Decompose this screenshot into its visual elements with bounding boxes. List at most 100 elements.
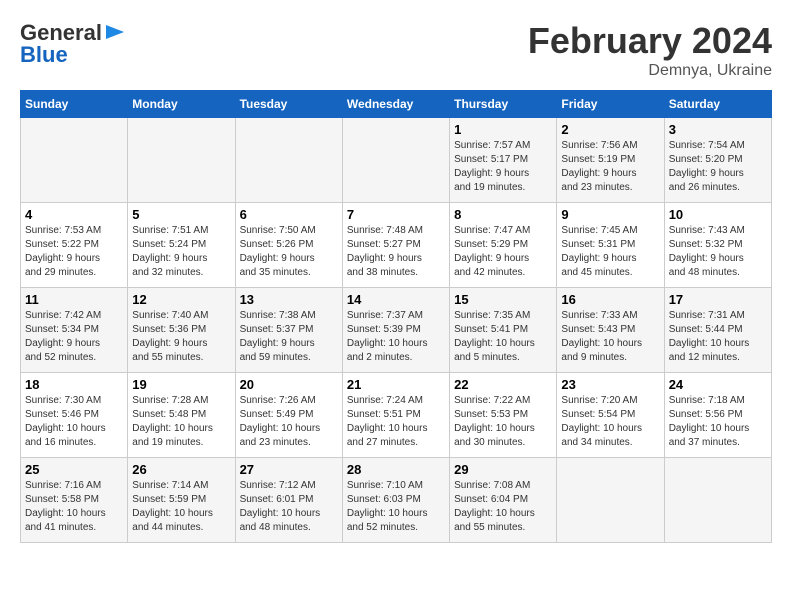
table-row: 14 Sunrise: 7:37 AM Sunset: 5:39 PM Dayli… — [342, 288, 449, 373]
day-number: 22 — [454, 377, 552, 392]
day-info: Sunrise: 7:22 AM Sunset: 5:53 PM Dayligh… — [454, 394, 552, 450]
table-row: 10 Sunrise: 7:43 AM Sunset: 5:32 PM Dayli… — [664, 203, 771, 288]
table-row: 23 Sunrise: 7:20 AM Sunset: 5:54 PM Dayli… — [557, 373, 664, 458]
header-tuesday: Tuesday — [235, 91, 342, 118]
day-number: 27 — [240, 462, 338, 477]
day-number: 1 — [454, 122, 552, 137]
table-row — [664, 458, 771, 543]
day-number: 9 — [561, 207, 659, 222]
week-row-4: 18Sunrise: 7:30 AM Sunset: 5:46 PM Dayli… — [21, 373, 772, 458]
day-info: Sunrise: 7:35 AM Sunset: 5:41 PM Dayligh… — [454, 309, 552, 365]
table-row: 12 Sunrise: 7:40 AM Sunset: 5:36 PM Dayli… — [128, 288, 235, 373]
table-row: 20 Sunrise: 7:26 AM Sunset: 5:49 PM Dayli… — [235, 373, 342, 458]
day-number: 19 — [132, 377, 230, 392]
day-info: Sunrise: 7:45 AM Sunset: 5:31 PM Dayligh… — [561, 224, 659, 280]
table-row: 9 Sunrise: 7:45 AM Sunset: 5:31 PM Daylig… — [557, 203, 664, 288]
table-row: 8 Sunrise: 7:47 AM Sunset: 5:29 PM Daylig… — [450, 203, 557, 288]
table-row: 24Sunrise: 7:18 AM Sunset: 5:56 PM Dayli… — [664, 373, 771, 458]
day-number: 3 — [669, 122, 767, 137]
logo-text-blue: Blue — [20, 42, 68, 68]
day-info: Sunrise: 7:54 AM Sunset: 5:20 PM Dayligh… — [669, 139, 767, 195]
table-row — [342, 118, 449, 203]
table-row: 19 Sunrise: 7:28 AM Sunset: 5:48 PM Dayli… — [128, 373, 235, 458]
table-row: 2 Sunrise: 7:56 AM Sunset: 5:19 PM Daylig… — [557, 118, 664, 203]
table-row: 29Sunrise: 7:08 AM Sunset: 6:04 PM Dayli… — [450, 458, 557, 543]
day-info: Sunrise: 7:37 AM Sunset: 5:39 PM Dayligh… — [347, 309, 445, 365]
day-info: Sunrise: 7:18 AM Sunset: 5:56 PM Dayligh… — [669, 394, 767, 450]
weekday-header-row: Sunday Monday Tuesday Wednesday Thursday… — [21, 91, 772, 118]
week-row-3: 11Sunrise: 7:42 AM Sunset: 5:34 PM Dayli… — [21, 288, 772, 373]
table-row: 1 Sunrise: 7:57 AM Sunset: 5:17 PM Daylig… — [450, 118, 557, 203]
day-number: 11 — [25, 292, 123, 307]
day-number: 18 — [25, 377, 123, 392]
table-row — [21, 118, 128, 203]
header-friday: Friday — [557, 91, 664, 118]
header-wednesday: Wednesday — [342, 91, 449, 118]
day-number: 26 — [132, 462, 230, 477]
day-number: 2 — [561, 122, 659, 137]
day-number: 14 — [347, 292, 445, 307]
table-row: 26 Sunrise: 7:14 AM Sunset: 5:59 PM Dayli… — [128, 458, 235, 543]
month-year-title: February 2024 — [528, 20, 772, 62]
table-row: 25 Sunrise: 7:16 AM Sunset: 5:58 PM Dayli… — [21, 458, 128, 543]
table-row — [557, 458, 664, 543]
header-thursday: Thursday — [450, 91, 557, 118]
day-info: Sunrise: 7:26 AM Sunset: 5:49 PM Dayligh… — [240, 394, 338, 450]
day-info: Sunrise: 7:57 AM Sunset: 5:17 PM Dayligh… — [454, 139, 552, 195]
title-block: February 2024 Demnya, Ukraine — [528, 20, 772, 80]
week-row-5: 25 Sunrise: 7:16 AM Sunset: 5:58 PM Dayli… — [21, 458, 772, 543]
day-info: Sunrise: 7:16 AM Sunset: 5:58 PM Dayligh… — [25, 479, 123, 535]
day-number: 4 — [25, 207, 123, 222]
day-info: Sunrise: 7:20 AM Sunset: 5:54 PM Dayligh… — [561, 394, 659, 450]
table-row: 7 Sunrise: 7:48 AM Sunset: 5:27 PM Daylig… — [342, 203, 449, 288]
day-info: Sunrise: 7:31 AM Sunset: 5:44 PM Dayligh… — [669, 309, 767, 365]
table-row: 21Sunrise: 7:24 AM Sunset: 5:51 PM Dayli… — [342, 373, 449, 458]
day-info: Sunrise: 7:33 AM Sunset: 5:43 PM Dayligh… — [561, 309, 659, 365]
location-subtitle: Demnya, Ukraine — [528, 62, 772, 80]
day-number: 7 — [347, 207, 445, 222]
header-saturday: Saturday — [664, 91, 771, 118]
day-info: Sunrise: 7:47 AM Sunset: 5:29 PM Dayligh… — [454, 224, 552, 280]
day-number: 15 — [454, 292, 552, 307]
day-info: Sunrise: 7:53 AM Sunset: 5:22 PM Dayligh… — [25, 224, 123, 280]
day-number: 5 — [132, 207, 230, 222]
day-info: Sunrise: 7:08 AM Sunset: 6:04 PM Dayligh… — [454, 479, 552, 535]
day-info: Sunrise: 7:40 AM Sunset: 5:36 PM Dayligh… — [132, 309, 230, 365]
table-row: 15 Sunrise: 7:35 AM Sunset: 5:41 PM Dayli… — [450, 288, 557, 373]
header-sunday: Sunday — [21, 91, 128, 118]
day-info: Sunrise: 7:28 AM Sunset: 5:48 PM Dayligh… — [132, 394, 230, 450]
day-info: Sunrise: 7:10 AM Sunset: 6:03 PM Dayligh… — [347, 479, 445, 535]
day-number: 13 — [240, 292, 338, 307]
day-info: Sunrise: 7:56 AM Sunset: 5:19 PM Dayligh… — [561, 139, 659, 195]
day-number: 12 — [132, 292, 230, 307]
day-number: 23 — [561, 377, 659, 392]
table-row: 4 Sunrise: 7:53 AM Sunset: 5:22 PM Daylig… — [21, 203, 128, 288]
day-info: Sunrise: 7:12 AM Sunset: 6:01 PM Dayligh… — [240, 479, 338, 535]
table-row — [235, 118, 342, 203]
day-number: 8 — [454, 207, 552, 222]
table-row: 11Sunrise: 7:42 AM Sunset: 5:34 PM Dayli… — [21, 288, 128, 373]
day-info: Sunrise: 7:14 AM Sunset: 5:59 PM Dayligh… — [132, 479, 230, 535]
table-row: 16 Sunrise: 7:33 AM Sunset: 5:43 PM Dayli… — [557, 288, 664, 373]
logo-arrow-icon — [104, 21, 126, 43]
day-info: Sunrise: 7:38 AM Sunset: 5:37 PM Dayligh… — [240, 309, 338, 365]
header-monday: Monday — [128, 91, 235, 118]
table-row: 18Sunrise: 7:30 AM Sunset: 5:46 PM Dayli… — [21, 373, 128, 458]
day-number: 25 — [25, 462, 123, 477]
day-number: 20 — [240, 377, 338, 392]
day-number: 6 — [240, 207, 338, 222]
table-row — [128, 118, 235, 203]
day-number: 10 — [669, 207, 767, 222]
table-row: 6Sunrise: 7:50 AM Sunset: 5:26 PM Daylig… — [235, 203, 342, 288]
day-number: 28 — [347, 462, 445, 477]
table-row: 28 Sunrise: 7:10 AM Sunset: 6:03 PM Dayli… — [342, 458, 449, 543]
table-row: 3 Sunrise: 7:54 AM Sunset: 5:20 PM Daylig… — [664, 118, 771, 203]
day-info: Sunrise: 7:48 AM Sunset: 5:27 PM Dayligh… — [347, 224, 445, 280]
day-number: 16 — [561, 292, 659, 307]
day-info: Sunrise: 7:24 AM Sunset: 5:51 PM Dayligh… — [347, 394, 445, 450]
table-row: 13 Sunrise: 7:38 AM Sunset: 5:37 PM Dayli… — [235, 288, 342, 373]
table-row: 5Sunrise: 7:51 AM Sunset: 5:24 PM Daylig… — [128, 203, 235, 288]
page-header: General Blue February 2024 Demnya, Ukrai… — [20, 20, 772, 80]
day-info: Sunrise: 7:43 AM Sunset: 5:32 PM Dayligh… — [669, 224, 767, 280]
table-row: 17Sunrise: 7:31 AM Sunset: 5:44 PM Dayli… — [664, 288, 771, 373]
